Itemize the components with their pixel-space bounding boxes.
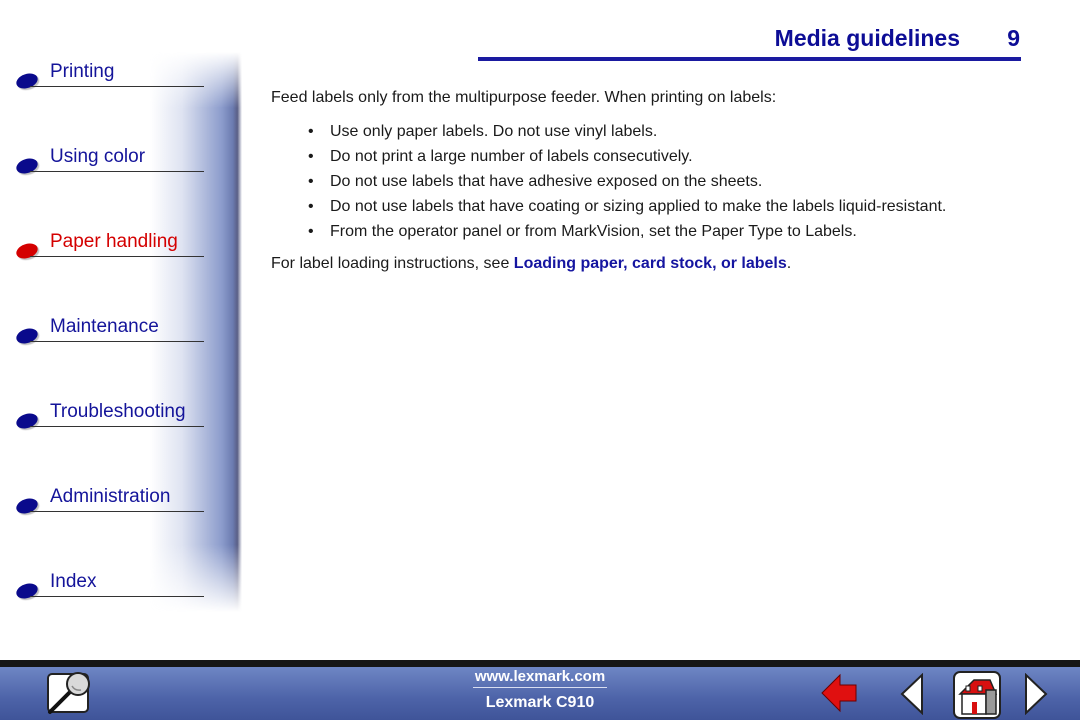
guidelines-list: • Use only paper labels. Do not use vinyl… <box>271 122 991 242</box>
list-item-text: Use only paper labels. Do not use vinyl … <box>330 123 658 140</box>
list-item: • Use only paper labels. Do not use vinyl… <box>271 122 970 142</box>
bullet-icon <box>14 155 40 177</box>
sidebar-item-label: Using color <box>50 146 146 167</box>
loading-labels-link[interactable]: Loading paper, card stock, or labels <box>514 255 787 272</box>
previous-page-icon[interactable] <box>900 673 926 715</box>
sidebar-item-label: Printing <box>50 61 115 82</box>
intro-paragraph: Feed labels only from the multipurpose f… <box>271 89 777 106</box>
footer-rule <box>0 660 1080 667</box>
divider <box>30 511 204 512</box>
divider <box>30 171 204 172</box>
list-item-text: From the operator panel or from MarkVisi… <box>330 223 857 240</box>
list-item-text: Do not print a large number of labels co… <box>330 148 693 165</box>
bullet-icon <box>14 70 40 92</box>
sidebar-item-label: Troubleshooting <box>50 401 186 422</box>
bullet-icon <box>14 325 40 347</box>
back-arrow-icon[interactable] <box>820 673 860 713</box>
list-item: • Do not print a large number of labels c… <box>271 147 970 167</box>
outro-text: For label loading instructions, see <box>271 255 514 272</box>
bullet-icon <box>14 240 40 262</box>
header-divider <box>478 57 1021 61</box>
sidebar-item-paper-handling[interactable]: Paper handling <box>14 228 204 262</box>
outro-paragraph: For label loading instructions, see Load… <box>271 254 991 274</box>
search-icon[interactable] <box>44 670 96 718</box>
sidebar-item-label: Maintenance <box>50 316 159 337</box>
divider <box>30 86 204 87</box>
list-item: • From the operator panel or from MarkVis… <box>271 222 970 242</box>
outro-suffix: . <box>786 255 792 272</box>
sidebar-item-maintenance[interactable]: Maintenance <box>14 313 204 347</box>
website-link[interactable]: www.lexmark.com <box>472 668 608 688</box>
footer: www.lexmark.com Lexmark C910 <box>0 660 1080 720</box>
divider <box>30 341 204 342</box>
main-content: Feed labels only from the multipurpose f… <box>271 88 991 274</box>
sidebar-item-index[interactable]: Index <box>14 568 204 602</box>
bullet-icon: • <box>308 223 314 240</box>
bullet-icon: • <box>308 198 314 215</box>
home-icon[interactable] <box>952 670 1002 720</box>
bullet-icon: • <box>308 123 314 140</box>
sidebar-item-administration[interactable]: Administration <box>14 483 204 517</box>
bullet-icon <box>14 580 40 602</box>
page-number: 9 <box>1007 25 1020 51</box>
sidebar-item-using-color[interactable]: Using color <box>14 143 204 177</box>
next-page-icon[interactable] <box>1022 673 1048 715</box>
list-item: • Do not use labels that have adhesive ex… <box>271 172 970 192</box>
divider <box>30 596 204 597</box>
list-item-text: Do not use labels that have adhesive exp… <box>330 173 763 190</box>
page-title: Media guidelines <box>774 25 960 51</box>
sidebar-item-label: Index <box>50 571 97 592</box>
bullet-icon: • <box>308 148 314 165</box>
sidebar-item-troubleshooting[interactable]: Troubleshooting <box>14 398 204 432</box>
bullet-icon <box>14 410 40 432</box>
list-item-text: Do not use labels that have coating or s… <box>330 198 947 215</box>
sidebar-item-label: Paper handling <box>50 231 178 252</box>
divider <box>30 256 204 257</box>
list-item: • Do not use labels that have coating or … <box>271 197 970 217</box>
sidebar-item-printing[interactable]: Printing <box>14 58 204 92</box>
divider <box>30 426 204 427</box>
bullet-icon <box>14 495 40 517</box>
sidebar-item-label: Administration <box>50 486 171 507</box>
bullet-icon: • <box>308 173 314 190</box>
